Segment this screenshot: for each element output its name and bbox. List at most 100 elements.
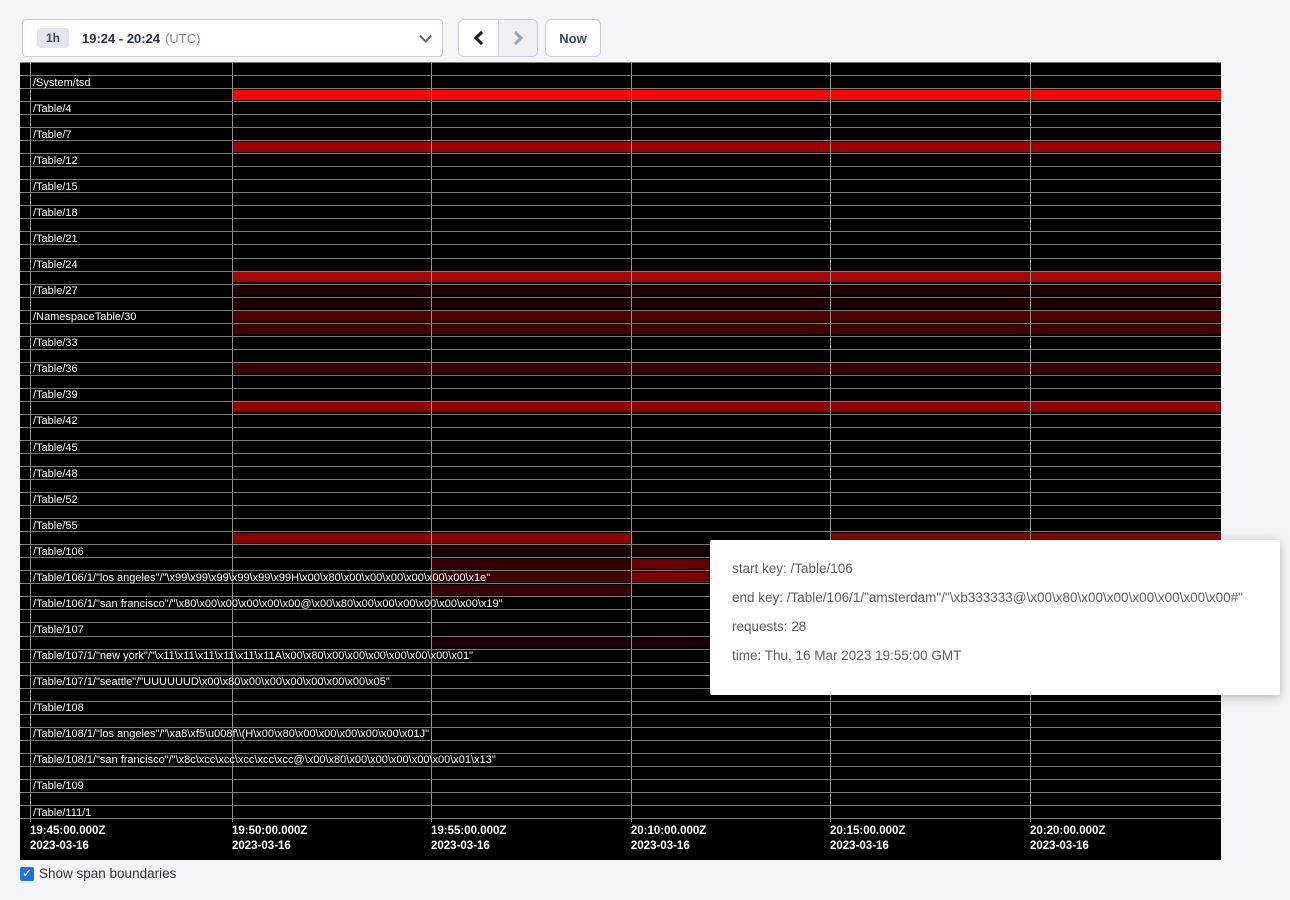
time-range-dropdown[interactable]: 1h 19:24 - 20:24 (UTC) (22, 19, 443, 57)
key-visualizer-canvas[interactable]: /System/tsd/Table/4/Table/7/Table/12/Tab… (20, 62, 1221, 860)
time-axis-tick: 20:10:00.000Z2023-03-16 (631, 824, 706, 854)
footer: ✓ Show span boundaries (20, 866, 176, 881)
heat-band[interactable] (232, 272, 1221, 282)
now-button[interactable]: Now (545, 19, 601, 57)
span-boundary-line (20, 466, 1221, 467)
span-label: /Table/108/1/"san francisco"/"\x8c\xcc\x… (33, 754, 496, 766)
span-boundary-line (20, 62, 1221, 63)
time-gridline (830, 62, 831, 822)
time-axis-tick: 20:20:00.000Z2023-03-16 (1030, 824, 1105, 854)
span-boundary-line (20, 388, 1221, 389)
span-label: /System/tsd (33, 77, 90, 89)
span-boundary-line (20, 479, 1221, 480)
span-boundary-line (20, 714, 1221, 715)
time-axis-tick: 19:55:00.000Z2023-03-16 (431, 824, 506, 854)
span-label: /Table/111/1 (33, 807, 91, 819)
span-label: /Table/106 (33, 546, 84, 558)
time-nav-group (458, 19, 538, 57)
span-boundary-line (20, 127, 1221, 128)
time-gridline (30, 62, 31, 822)
tooltip-end-key: end key: /Table/106/1/"amsterdam"/"\xb33… (732, 590, 1258, 605)
span-boundary-line (20, 349, 1221, 350)
show-span-boundaries-label: Show span boundaries (39, 866, 176, 881)
span-boundary-line (20, 101, 1221, 102)
time-axis-tick: 20:15:00.000Z2023-03-16 (830, 824, 905, 854)
span-label: /Table/7 (33, 129, 72, 141)
span-label: /Table/108 (33, 702, 84, 714)
span-boundary-line (20, 231, 1221, 232)
span-label: /Table/107 (33, 624, 84, 636)
time-gridline (431, 62, 432, 822)
tooltip-requests: requests: 28 (732, 619, 1258, 634)
span-boundary-line (20, 166, 1221, 167)
next-range-button[interactable] (498, 20, 537, 56)
span-label: /Table/15 (33, 181, 78, 193)
span-label: /Table/107/1/"new york"/"\x11\x11\x11\x1… (33, 650, 473, 662)
heat-band[interactable] (232, 285, 1221, 295)
span-label: /Table/45 (33, 442, 78, 454)
span-label: /Table/27 (33, 285, 78, 297)
span-boundary-line (20, 244, 1221, 245)
heat-band[interactable] (232, 324, 1221, 334)
span-label: /Table/48 (33, 468, 78, 480)
span-label: /Table/21 (33, 233, 78, 245)
span-boundary-line (20, 453, 1221, 454)
tooltip-time: time: Thu, 16 Mar 2023 19:55:00 GMT (732, 648, 1258, 663)
span-label: /Table/108/1/"los angeles"/"\xa8\xf5\u00… (33, 728, 429, 740)
range-duration-badge: 1h (37, 28, 69, 48)
span-boundary-line (20, 414, 1221, 415)
span-boundary-line (20, 205, 1221, 206)
show-span-boundaries-checkbox[interactable]: ✓ (20, 867, 34, 881)
span-label: /Table/106/1/"los angeles"/"\x99\x99\x99… (33, 572, 490, 584)
range-text: 19:24 - 20:24 (82, 31, 160, 46)
span-boundary-line (20, 518, 1221, 519)
span-label: /Table/109 (33, 780, 84, 792)
heat-band[interactable] (431, 585, 631, 595)
time-gridline (631, 62, 632, 822)
span-boundary-line (20, 492, 1221, 493)
span-boundary-line (20, 505, 1221, 506)
span-label: /Table/106/1/"san francisco"/"\x80\x00\x… (33, 598, 503, 610)
span-boundary-line (20, 179, 1221, 180)
span-boundary-line (20, 153, 1221, 154)
span-boundary-line (20, 258, 1221, 259)
tooltip-start-key: start key: /Table/106 (732, 561, 1258, 576)
time-gridline (1030, 62, 1031, 822)
heat-band[interactable] (232, 90, 1221, 100)
heat-band[interactable] (232, 298, 1221, 308)
heatmap-rows-area[interactable]: /System/tsd/Table/4/Table/7/Table/12/Tab… (20, 62, 1221, 818)
chevron-left-icon (473, 31, 487, 45)
heat-band[interactable] (232, 311, 1221, 321)
time-gridline (232, 62, 233, 822)
span-label: /Table/24 (33, 259, 78, 271)
span-boundary-line (20, 336, 1221, 337)
span-label: /Table/52 (33, 494, 78, 506)
prev-range-button[interactable] (459, 20, 498, 56)
span-boundary-line (20, 375, 1221, 376)
span-label: /NamespaceTable/30 (33, 311, 136, 323)
span-boundary-line (20, 792, 1221, 793)
heat-band[interactable] (232, 402, 1221, 412)
span-boundary-line (20, 427, 1221, 428)
span-boundary-line (20, 75, 1221, 76)
chevron-down-icon (419, 30, 432, 43)
span-label: /Table/42 (33, 415, 78, 427)
span-label: /Table/18 (33, 207, 78, 219)
span-label: /Table/33 (33, 337, 78, 349)
toolbar: 1h 19:24 - 20:24 (UTC) Now (0, 0, 1290, 62)
time-axis: 19:45:00.000Z2023-03-16 19:50:00.000Z2023… (20, 818, 1221, 860)
span-boundary-line (20, 218, 1221, 219)
heat-band[interactable] (232, 363, 1221, 373)
heat-band[interactable] (232, 142, 1221, 152)
span-label: /Table/4 (33, 103, 72, 115)
span-label: /Table/107/1/"seattle"/"UUUUUUD\x00\x80\… (33, 676, 390, 688)
span-label: /Table/55 (33, 520, 78, 532)
span-label: /Table/12 (33, 155, 78, 167)
span-boundary-line (20, 192, 1221, 193)
span-boundary-line (20, 114, 1221, 115)
span-boundary-line (20, 779, 1221, 780)
span-boundary-line (20, 440, 1221, 441)
time-axis-tick: 19:50:00.000Z2023-03-16 (232, 824, 307, 854)
span-tooltip: start key: /Table/106 end key: /Table/10… (710, 540, 1280, 695)
time-axis-tick: 19:45:00.000Z2023-03-16 (30, 824, 105, 854)
